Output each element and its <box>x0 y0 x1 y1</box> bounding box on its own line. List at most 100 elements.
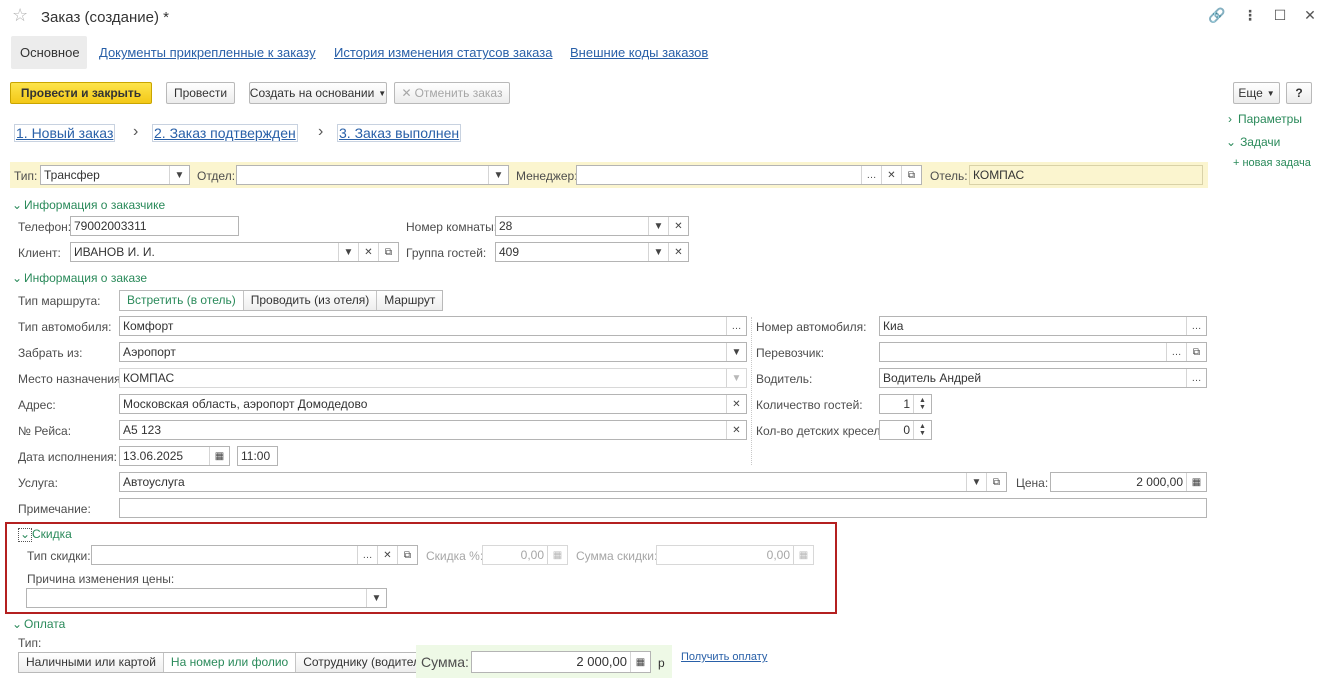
dept-field[interactable]: ▼ <box>236 165 509 185</box>
select-icon[interactable]: … <box>1166 343 1186 361</box>
child-seats-stepper[interactable]: 0 ▲ ▼ <box>879 420 932 440</box>
route-selector[interactable]: Встретить (в отель) Проводить (из отеля)… <box>119 290 444 311</box>
dropdown-icon[interactable]: ▼ <box>648 243 668 261</box>
dropdown-icon[interactable]: ▼ <box>726 369 746 387</box>
link-icon[interactable]: 🔗 <box>1208 6 1226 24</box>
open-icon[interactable]: ⧉ <box>397 546 417 564</box>
dropdown-icon[interactable]: ▼ <box>966 473 986 491</box>
new-task-link[interactable]: + новая задача <box>1233 157 1311 169</box>
dropdown-icon[interactable]: ▼ <box>488 166 508 184</box>
carrier-field[interactable]: … ⧉ <box>879 342 1207 362</box>
phone-field[interactable]: 79002003311 <box>70 216 239 236</box>
maximize-icon[interactable]: ☐ <box>1271 6 1289 24</box>
guests-stepper[interactable]: 1 ▲ ▼ <box>879 394 932 414</box>
discount-sum-field[interactable]: 0,00 ▦ <box>656 545 814 565</box>
car-type-field[interactable]: Комфорт… <box>119 316 747 336</box>
manager-field[interactable]: … ✕ ⧉ <box>576 165 922 185</box>
flight-field[interactable]: А5 123 ✕ <box>119 420 747 440</box>
payment-section-toggle[interactable]: ⌄ Оплата <box>12 617 65 631</box>
dropdown-icon[interactable]: ▼ <box>169 166 189 184</box>
post-and-close-button[interactable]: Провести и закрыть <box>10 82 152 104</box>
clear-icon[interactable]: ✕ <box>881 166 901 184</box>
close-icon[interactable]: ✕ <box>1301 6 1319 24</box>
more-button[interactable]: Еще ▼ <box>1233 82 1280 104</box>
hotel-field[interactable]: КОМПАС <box>969 165 1203 185</box>
clear-icon[interactable]: ✕ <box>377 546 397 564</box>
select-icon[interactable]: … <box>1186 369 1206 387</box>
favorite-star-icon[interactable]: ☆ <box>12 5 28 26</box>
discount-type-field[interactable]: … ✕ ⧉ <box>91 545 418 565</box>
open-icon[interactable]: ⧉ <box>378 243 398 261</box>
service-field[interactable]: Автоуслуга ▼ ⧉ <box>119 472 1007 492</box>
car-number-field[interactable]: Киа… <box>879 316 1207 336</box>
get-payment-link[interactable]: Получить оплату <box>681 651 767 663</box>
sum-field[interactable]: 2 000,00 ▦ <box>471 651 651 673</box>
group-field[interactable]: 409 ▼ ✕ <box>495 242 689 262</box>
type-field[interactable]: Трансфер ▼ <box>40 165 190 185</box>
address-field[interactable]: Московская область, аэропорт Домодедово ✕ <box>119 394 747 414</box>
stepper-icon[interactable]: ▲ ▼ <box>913 421 931 439</box>
payment-type-selector[interactable]: Наличными или картой На номер или фолио … <box>18 652 441 673</box>
client-field[interactable]: ИВАНОВ И. И. ▼ ✕ ⧉ <box>70 242 399 262</box>
clear-icon[interactable]: ✕ <box>668 217 688 235</box>
manager-value <box>577 166 861 184</box>
calculator-icon[interactable]: ▦ <box>793 546 813 564</box>
help-button[interactable]: ? <box>1286 82 1312 104</box>
calendar-icon[interactable]: ▦ <box>209 447 229 465</box>
pickup-field[interactable]: Аэропорт ▼ <box>119 342 747 362</box>
driver-label: Водитель: <box>756 372 813 386</box>
room-field[interactable]: 28 ▼ ✕ <box>495 216 689 236</box>
route-option-route[interactable]: Маршрут <box>377 291 442 310</box>
dropdown-icon[interactable]: ▼ <box>338 243 358 261</box>
select-icon[interactable]: … <box>1186 317 1206 335</box>
discount-section-toggle[interactable]: ⌄ Скидка <box>18 527 72 542</box>
tab-external-codes[interactable]: Внешние коды заказов <box>570 45 708 60</box>
open-icon[interactable]: ⧉ <box>901 166 921 184</box>
driver-field[interactable]: Водитель Андрей… <box>879 368 1207 388</box>
dest-field[interactable]: КОМПАС ▼ <box>119 368 747 388</box>
tab-main[interactable]: Основное <box>20 45 80 60</box>
side-tasks[interactable]: ⌄ Задачи <box>1226 135 1280 149</box>
more-menu-icon[interactable]: ⋮ <box>1241 6 1259 24</box>
dropdown-icon[interactable]: ▼ <box>648 217 668 235</box>
room-label: Номер комнаты: <box>406 220 498 234</box>
tab-documents[interactable]: Документы прикрепленные к заказу <box>99 45 316 60</box>
note-field[interactable] <box>119 498 1207 518</box>
sum-value: 2 000,00 <box>576 654 627 669</box>
payment-option-folio[interactable]: На номер или фолио <box>163 653 297 672</box>
tab-status-history[interactable]: История изменения статусов заказа <box>334 45 552 60</box>
payment-option-cash-card[interactable]: Наличными или картой <box>19 653 164 672</box>
clear-icon[interactable]: ✕ <box>726 421 746 439</box>
dropdown-icon[interactable]: ▼ <box>366 589 386 607</box>
open-icon[interactable]: ⧉ <box>1186 343 1206 361</box>
route-option-meet[interactable]: Встретить (в отель) <box>120 291 244 310</box>
post-button[interactable]: Провести <box>166 82 235 104</box>
step-order-completed[interactable]: 3. Заказ выполнен <box>337 124 462 142</box>
cancel-order-button[interactable]: ✕ Отменить заказ <box>394 82 510 104</box>
time-field[interactable]: 11:00 <box>237 446 278 466</box>
reason-field[interactable]: ▼ <box>26 588 387 608</box>
dropdown-icon[interactable]: ▼ <box>726 343 746 361</box>
date-field[interactable]: 13.06.2025 ▦ <box>119 446 230 466</box>
step-new-order[interactable]: 1. Новый заказ <box>14 124 116 142</box>
customer-section-toggle[interactable]: ⌄ Информация о заказчике <box>12 198 165 212</box>
clear-icon[interactable]: ✕ <box>668 243 688 261</box>
calculator-icon[interactable]: ▦ <box>547 546 567 564</box>
create-based-on-button[interactable]: Создать на основании ▼ <box>249 82 387 104</box>
calculator-icon[interactable]: ▦ <box>1186 473 1206 491</box>
select-icon[interactable]: … <box>357 546 377 564</box>
order-section-toggle[interactable]: ⌄ Информация о заказе <box>12 271 147 285</box>
discount-pct-field[interactable]: 0,00 ▦ <box>482 545 568 565</box>
stepper-icon[interactable]: ▲ ▼ <box>913 395 931 413</box>
clear-icon[interactable]: ✕ <box>358 243 378 261</box>
calculator-icon[interactable]: ▦ <box>630 652 650 672</box>
price-field[interactable]: 2 000,00 ▦ <box>1050 472 1207 492</box>
select-icon[interactable]: … <box>726 317 746 335</box>
select-icon[interactable]: … <box>861 166 881 184</box>
route-option-see-off[interactable]: Проводить (из отеля) <box>244 291 378 310</box>
step-order-confirmed[interactable]: 2. Заказ подтвержден <box>152 124 298 142</box>
open-icon[interactable]: ⧉ <box>986 473 1006 491</box>
clear-icon[interactable]: ✕ <box>726 395 746 413</box>
side-params[interactable]: › Параметры <box>1228 112 1302 126</box>
tasks-label: Задачи <box>1240 135 1281 149</box>
